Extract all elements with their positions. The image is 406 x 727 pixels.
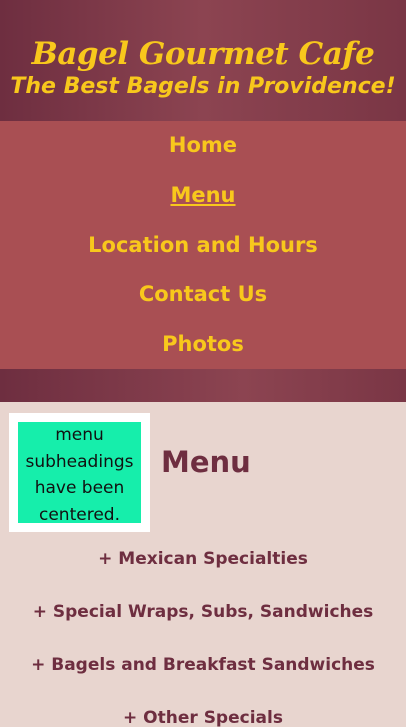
annotation-note: menu subheadings have been centered. — [9, 413, 150, 532]
nav-item-contact-us[interactable]: Contact Us — [0, 281, 406, 331]
subheading-other-specials[interactable]: + Other Specials — [0, 708, 406, 727]
site-header: Bagel Gourmet Cafe The Best Bagels in Pr… — [0, 0, 406, 121]
site-tagline: The Best Bagels in Providence! — [10, 74, 396, 99]
main-nav: Home Menu Location and Hours Contact Us … — [0, 121, 406, 369]
decorative-band — [0, 369, 406, 402]
nav-item-location-hours[interactable]: Location and Hours — [0, 232, 406, 282]
nav-item-home[interactable]: Home — [0, 132, 406, 182]
annotation-note-text: menu subheadings have been centered. — [18, 422, 141, 525]
main-content: menu subheadings have been centered. Men… — [0, 402, 406, 727]
subheading-bagels-breakfast[interactable]: + Bagels and Breakfast Sandwiches — [0, 655, 406, 675]
nav-item-menu[interactable]: Menu — [0, 182, 406, 232]
page-title: Menu — [161, 445, 251, 479]
subheading-mexican-specialties[interactable]: + Mexican Specialties — [0, 549, 406, 569]
subheading-wraps-subs-sandwiches[interactable]: + Special Wraps, Subs, Sandwiches — [0, 602, 406, 622]
site-title: Bagel Gourmet Cafe — [31, 36, 375, 72]
